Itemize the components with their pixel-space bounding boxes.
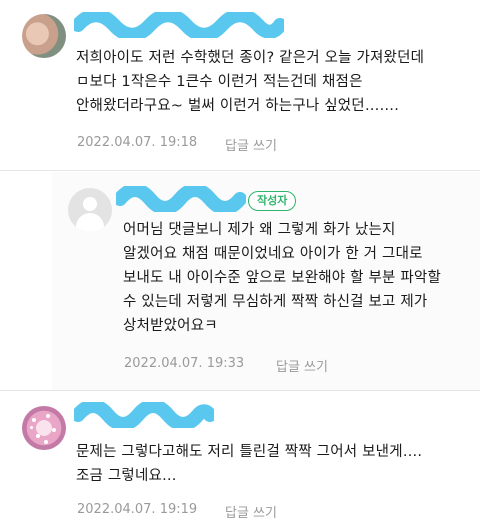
comment-timestamp: 2022.04.07. 19:18 bbox=[77, 135, 198, 150]
reply-button[interactable]: 답글 쓰기 bbox=[276, 356, 328, 375]
divider bbox=[0, 390, 480, 391]
censored-username bbox=[116, 186, 246, 212]
divider bbox=[0, 170, 480, 171]
comment-item: 저희아이도 저런 수학했던 종이? 같은거 오늘 가져왔던데 ㅁ보다 1작은수 … bbox=[0, 0, 480, 170]
comment-text: 저희아이도 저런 수학했던 종이? 같은거 오늘 가져왔던데 ㅁ보다 1작은수 … bbox=[76, 50, 425, 114]
comment-item: 작성자 어머님 댓글보니 제가 왜 그렇게 화가 났는지 알겠어요 채점 때문이… bbox=[0, 172, 480, 390]
default-user-icon bbox=[83, 197, 97, 211]
comment-text: 어머님 댓글보니 제가 왜 그렇게 화가 났는지 알겠어요 채점 때문이었네요 … bbox=[123, 222, 442, 334]
comment-text: 문제는 그렇다고해도 저리 틀린걸 짝짝 그어서 보낸게…. 조금 그렇네요… bbox=[76, 444, 423, 484]
comment-item: 문제는 그렇다고해도 저리 틀린걸 짝짝 그어서 보낸게…. 조금 그렇네요… … bbox=[0, 392, 480, 532]
reply-button[interactable]: 답글 쓰기 bbox=[225, 135, 277, 154]
avatar[interactable] bbox=[22, 14, 66, 58]
avatar[interactable] bbox=[68, 188, 112, 232]
censored-username bbox=[74, 12, 284, 38]
censored-username bbox=[74, 402, 214, 428]
reply-button[interactable]: 답글 쓰기 bbox=[225, 502, 277, 521]
avatar[interactable] bbox=[22, 406, 66, 450]
author-badge: 작성자 bbox=[248, 191, 297, 211]
comment-timestamp: 2022.04.07. 19:19 bbox=[77, 502, 198, 517]
comment-timestamp: 2022.04.07. 19:33 bbox=[124, 356, 245, 371]
